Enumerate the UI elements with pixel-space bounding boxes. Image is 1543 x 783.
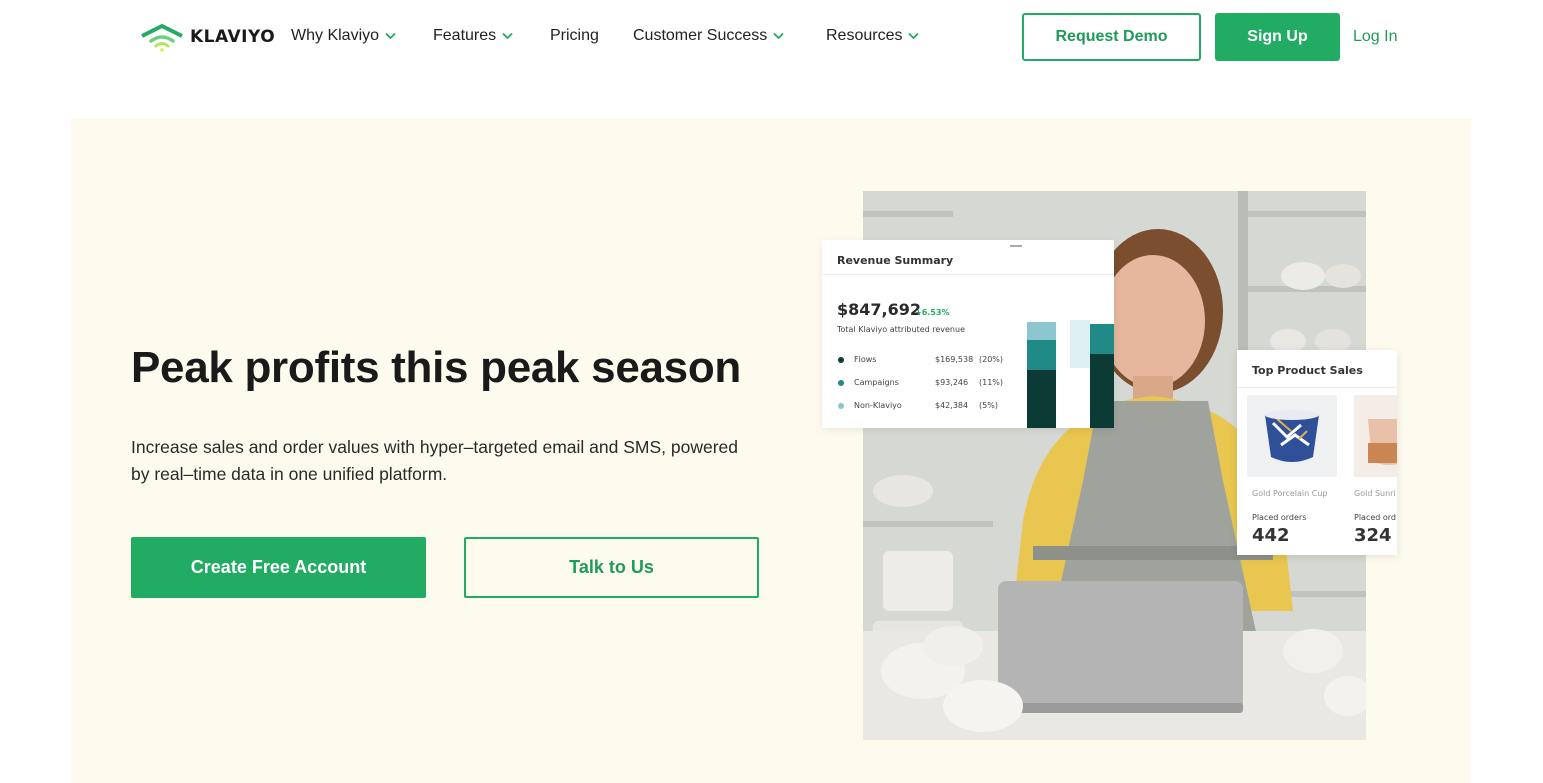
request-demo-button[interactable]: Request Demo bbox=[1022, 13, 1201, 61]
placed-orders-count: 324 bbox=[1354, 525, 1392, 546]
legend-dot bbox=[838, 403, 844, 409]
legend-dot bbox=[838, 380, 844, 386]
row-percent: (20%) bbox=[979, 355, 1004, 364]
bar-segment bbox=[1070, 320, 1090, 368]
product-image bbox=[1354, 395, 1397, 477]
card-drag-handle bbox=[1010, 245, 1022, 247]
chevron-down-icon bbox=[773, 32, 784, 40]
divider bbox=[1237, 387, 1397, 388]
bar-segment bbox=[1027, 370, 1056, 428]
revenue-summary-title: Revenue Summary bbox=[837, 254, 954, 267]
revenue-bar-graphic bbox=[1027, 320, 1114, 428]
divider bbox=[822, 274, 1114, 275]
row-label: Flows bbox=[854, 355, 877, 364]
nav-features-label: Features bbox=[433, 27, 497, 44]
chevron-down-icon bbox=[385, 32, 396, 40]
revenue-subtitle: Total Klaviyo attributed revenue bbox=[837, 325, 965, 334]
row-label: Campaigns bbox=[854, 378, 899, 387]
nav-customer-success[interactable]: Customer Success bbox=[633, 27, 784, 45]
nav-resources-label: Resources bbox=[826, 27, 903, 44]
revenue-summary-card: Revenue Summary $847,692 +6.53% Total Kl… bbox=[822, 240, 1114, 428]
product-image bbox=[1247, 395, 1337, 477]
nav-why-klaviyo-label: Why Klaviyo bbox=[291, 27, 380, 44]
chevron-down-icon bbox=[908, 32, 920, 40]
bar-segment bbox=[1090, 354, 1114, 428]
log-in-link[interactable]: Log In bbox=[1353, 28, 1397, 46]
row-label: Non-Klaviyo bbox=[854, 401, 902, 410]
logo-wordmark: KLAVIYO bbox=[190, 27, 276, 47]
top-product-sales-card: Top Product Sales Gold Porcelain Cup Gol… bbox=[1237, 350, 1397, 555]
nav-why-klaviyo[interactable]: Why Klaviyo bbox=[291, 27, 396, 45]
sign-up-button[interactable]: Sign Up bbox=[1215, 13, 1340, 61]
placed-orders-count: 442 bbox=[1252, 525, 1290, 546]
klaviyo-logo-icon bbox=[141, 24, 183, 52]
chevron-down-icon bbox=[502, 32, 513, 40]
create-free-account-button[interactable]: Create Free Account bbox=[131, 537, 426, 598]
bar-segment bbox=[1027, 322, 1056, 340]
row-percent: (5%) bbox=[979, 401, 998, 410]
top-product-sales-title: Top Product Sales bbox=[1252, 364, 1363, 377]
revenue-change: +6.53% bbox=[915, 308, 950, 317]
placed-orders-label: Placed orders bbox=[1252, 513, 1307, 522]
product-name: Gold Sunri bbox=[1354, 489, 1396, 498]
row-amount: $93,246 bbox=[935, 378, 969, 387]
bar-segment bbox=[1090, 324, 1114, 354]
product-name: Gold Porcelain Cup bbox=[1252, 489, 1328, 498]
nav-resources[interactable]: Resources bbox=[826, 27, 920, 45]
nav-pricing-label: Pricing bbox=[550, 27, 599, 44]
row-percent: (11%) bbox=[979, 378, 1004, 387]
revenue-row-non-klaviyo: Non-Klaviyo $42,384 (5%) bbox=[838, 401, 1008, 413]
nav-features[interactable]: Features bbox=[433, 27, 513, 45]
hero-subcopy: Increase sales and order values with hyp… bbox=[131, 437, 739, 484]
talk-to-us-button[interactable]: Talk to Us bbox=[464, 537, 759, 598]
klaviyo-logo[interactable]: KLAVIYO bbox=[140, 22, 275, 52]
placed-orders-label: Placed ord bbox=[1354, 513, 1397, 522]
revenue-row-flows: Flows $169,538 (20%) bbox=[838, 355, 1008, 367]
row-amount: $169,538 bbox=[935, 355, 974, 364]
nav-pricing[interactable]: Pricing bbox=[550, 27, 599, 45]
row-amount: $42,384 bbox=[935, 401, 969, 410]
bar-segment bbox=[1027, 340, 1056, 370]
nav-customer-success-label: Customer Success bbox=[633, 27, 768, 44]
revenue-total: $847,692 bbox=[837, 300, 922, 319]
sunrise-cup-icon bbox=[1354, 395, 1397, 477]
porcelain-cup-icon bbox=[1247, 395, 1337, 477]
legend-dot bbox=[838, 357, 844, 363]
top-navigation: KLAVIYO Why Klaviyo Features Pricing Cus… bbox=[0, 0, 1543, 76]
revenue-row-campaigns: Campaigns $93,246 (11%) bbox=[838, 378, 1008, 390]
hero-headline: Peak profits this peak season bbox=[131, 343, 741, 392]
